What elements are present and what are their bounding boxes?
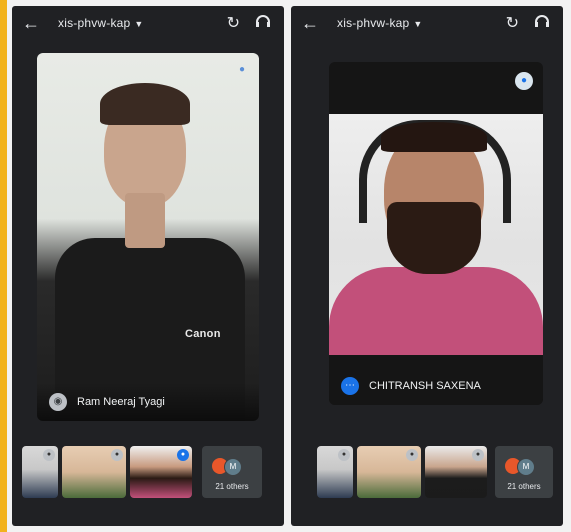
avatar: M	[517, 458, 535, 476]
participant-torso	[329, 267, 543, 355]
participant-thumbnail[interactable]: ●	[62, 446, 126, 498]
mic-icon: ●	[177, 449, 189, 461]
meet-screen-left: ← xis-phvw-kap ▼ ↻ Canon ● ◉ Ram Neeraj T…	[12, 6, 284, 526]
mic-off-icon: ●	[338, 449, 350, 461]
accent-bar	[0, 0, 7, 532]
others-count: 21 others	[215, 482, 249, 491]
participant-hair	[381, 122, 487, 152]
participant-thumbnail[interactable]: ●	[317, 446, 353, 498]
participant-thumbnail[interactable]: ●	[130, 446, 192, 498]
mic-off-icon: ●	[111, 449, 123, 461]
top-bar: ← xis-phvw-kap ▼ ↻	[12, 6, 284, 44]
meet-screen-right: ← xis-phvw-kap ▼ ↻ ● ⋯ CHITRANSH SAXENA ●…	[291, 6, 563, 526]
participant-thumbnail[interactable]: ●	[22, 446, 58, 498]
back-arrow-icon[interactable]: ←	[301, 14, 319, 32]
participant-hair	[100, 83, 190, 125]
headphones-icon[interactable]	[256, 15, 270, 27]
main-video-tile[interactable]: ● ⋯ CHITRANSH SAXENA	[329, 62, 543, 405]
caret-down-icon: ▼	[134, 19, 144, 29]
meeting-code[interactable]: xis-phvw-kap ▼	[58, 16, 144, 30]
avatar: M	[224, 458, 242, 476]
back-arrow-icon[interactable]: ←	[22, 14, 40, 32]
participant-thumbnail[interactable]: ●	[357, 446, 421, 498]
meeting-code-text: xis-phvw-kap	[337, 16, 410, 30]
shirt-logo: Canon	[185, 328, 221, 340]
others-tile[interactable]: M 21 others	[495, 446, 553, 498]
participant-thumbnail[interactable]: ●	[425, 446, 487, 498]
avatar-icon: ◉	[49, 393, 67, 411]
main-video-tile[interactable]: Canon ● ◉ Ram Neeraj Tyagi	[37, 53, 259, 421]
rotate-camera-icon[interactable]: ↻	[227, 13, 240, 33]
caret-down-icon: ▼	[413, 19, 423, 29]
others-tile[interactable]: M 21 others	[202, 446, 262, 498]
mic-icon: ●	[238, 64, 246, 75]
participant-neck	[125, 193, 165, 248]
name-tag: ⋯ CHITRANSH SAXENA	[329, 367, 543, 405]
participant-strip: ● ● ● M 21 others	[12, 446, 284, 504]
participant-name: CHITRANSH SAXENA	[369, 380, 481, 392]
rotate-camera-icon[interactable]: ↻	[506, 13, 519, 33]
name-tag: ◉ Ram Neeraj Tyagi	[37, 383, 259, 421]
mic-off-icon: ●	[472, 449, 484, 461]
top-bar: ← xis-phvw-kap ▼ ↻	[291, 6, 563, 44]
speaking-indicator-icon: ⋯	[341, 377, 359, 395]
participant-strip: ● ● ● M 21 others	[291, 446, 563, 504]
mic-off-icon: ●	[43, 449, 55, 461]
mic-off-icon: ●	[406, 449, 418, 461]
meeting-code[interactable]: xis-phvw-kap ▼	[337, 16, 423, 30]
participant-name: Ram Neeraj Tyagi	[77, 396, 165, 408]
mic-icon: ●	[515, 72, 533, 90]
others-count: 21 others	[507, 482, 541, 491]
headphones-icon[interactable]	[535, 15, 549, 27]
participant-beard	[387, 202, 481, 274]
meeting-code-text: xis-phvw-kap	[58, 16, 131, 30]
